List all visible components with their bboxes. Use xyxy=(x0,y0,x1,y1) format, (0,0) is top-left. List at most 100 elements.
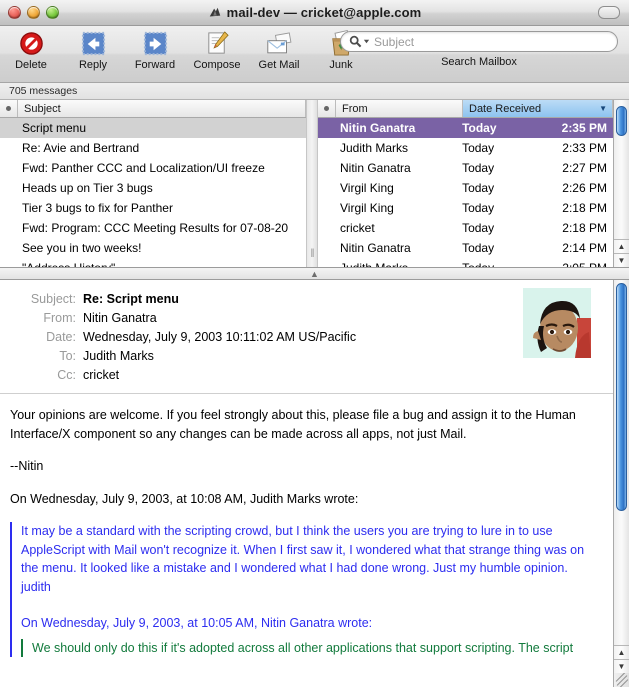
subject-cell: See you in two weeks! xyxy=(22,241,142,255)
from-cell: Judith Marks xyxy=(340,141,409,155)
from-label: From: xyxy=(43,311,76,325)
delete-button[interactable]: Delete xyxy=(0,28,62,71)
forward-icon xyxy=(142,28,169,58)
message-scrollbar-thumb[interactable] xyxy=(616,283,627,511)
message-list-area: Subject Script menu Re: Avie and Bertran… xyxy=(0,100,629,268)
mail-window: mail-dev — cricket@apple.com Delete Repl… xyxy=(0,0,629,687)
pane-splitter[interactable]: ▲ xyxy=(0,268,629,280)
message-list-scrollbar[interactable]: ▲ ▼ xyxy=(613,100,629,267)
date-cell: Today xyxy=(462,181,495,195)
from-rows: Nitin Ganatra Today 2:35 PM Judith Marks… xyxy=(318,118,613,267)
date-cell: Today xyxy=(462,261,541,267)
reply-button[interactable]: Reply xyxy=(62,28,124,71)
subject-column-header: Subject xyxy=(0,100,306,118)
reply-icon xyxy=(80,28,107,58)
from-pane: From Date Received ▼ Nitin Ganatra Today… xyxy=(318,100,613,267)
window-resize-grip[interactable] xyxy=(614,673,629,687)
splitter-collapse-icon[interactable]: ▲ xyxy=(310,269,319,279)
reply-attribution: On Wednesday, July 9, 2003, at 10:08 AM,… xyxy=(10,491,359,506)
get-mail-button[interactable]: Get Mail xyxy=(248,28,310,71)
column-header-subject[interactable]: Subject xyxy=(18,100,306,117)
status-column-header[interactable] xyxy=(0,100,18,117)
table-row[interactable]: cricket Today 2:18 PM xyxy=(318,218,613,238)
table-row[interactable]: Nitin Ganatra Today 2:14 PM xyxy=(318,238,613,258)
window-titlebar[interactable]: mail-dev — cricket@apple.com xyxy=(0,0,629,26)
date-cell: Today xyxy=(462,161,495,175)
scroll-up-icon: ▲ xyxy=(617,242,626,251)
window-title: mail-dev — cricket@apple.com xyxy=(226,5,422,20)
status-dot-icon xyxy=(6,106,11,111)
message-scroll-down-button[interactable]: ▼ xyxy=(614,659,629,673)
from-cell: Nitin Ganatra xyxy=(340,121,416,135)
time-cell: 2:33 PM xyxy=(562,141,607,155)
message-view: Subject: Re: Script menu From: Nitin Gan… xyxy=(0,280,629,687)
delete-label: Delete xyxy=(15,59,47,71)
message-scrollbar[interactable]: ▲ ▼ xyxy=(613,280,629,687)
list-item[interactable]: Tier 3 bugs to fix for Panther xyxy=(0,198,306,218)
message-scrollbar-track[interactable] xyxy=(614,280,629,645)
from-cell: Nitin Ganatra xyxy=(340,241,411,255)
from-cell: cricket xyxy=(340,221,375,235)
splitter-grip-icon: || xyxy=(310,247,315,257)
time-cell: 2:26 PM xyxy=(562,181,607,195)
list-item[interactable]: See you in two weeks! xyxy=(0,238,306,258)
time-cell: 2:35 PM xyxy=(561,121,607,135)
forward-button[interactable]: Forward xyxy=(124,28,186,71)
message-body-text: Your opinions are welcome. If you feel s… xyxy=(0,394,613,657)
list-item[interactable]: "Address History" xyxy=(0,258,306,267)
chevron-down-icon[interactable] xyxy=(363,38,370,45)
subject-cell: "Address History" xyxy=(22,261,115,267)
message-from[interactable]: Nitin Ganatra xyxy=(83,309,157,328)
table-row[interactable]: Virgil King Today 2:26 PM xyxy=(318,178,613,198)
table-row[interactable]: Judith Marks Today 2:33 PM xyxy=(318,138,613,158)
sender-photo xyxy=(523,288,591,358)
list-scrollbar-track[interactable] xyxy=(614,100,629,239)
quoted-text-level-1: It may be a standard with the scripting … xyxy=(10,522,597,657)
quote-line-2: AppleScript with Mail won't recognize it… xyxy=(21,542,585,557)
list-scroll-up-button[interactable]: ▲ xyxy=(614,239,629,253)
from-cell: Judith Marks xyxy=(318,261,462,267)
list-scroll-down-button[interactable]: ▼ xyxy=(614,253,629,267)
time-cell: 2:14 PM xyxy=(562,241,607,255)
list-item[interactable]: Re: Avie and Bertrand xyxy=(0,138,306,158)
search-mailbox-label: Search Mailbox xyxy=(441,56,517,68)
message-content: Subject: Re: Script menu From: Nitin Gan… xyxy=(0,280,613,687)
list-scrollbar-thumb[interactable] xyxy=(616,106,627,136)
quote-attribution-2: On Wednesday, July 9, 2003, at 10:05 AM,… xyxy=(21,616,373,630)
body-signature: --Nitin xyxy=(10,459,44,473)
message-scrollbar-arrows: ▲ ▼ xyxy=(614,645,629,673)
list-item[interactable]: Fwd: Panther CCC and Localization/UI fre… xyxy=(0,158,306,178)
message-scroll-up-button[interactable]: ▲ xyxy=(614,645,629,659)
time-cell: 2:05 PM xyxy=(541,261,613,267)
compose-button[interactable]: Compose xyxy=(186,28,248,71)
column-header-subject-label: Subject xyxy=(24,102,61,115)
list-scrollbar-arrows: ▲ ▼ xyxy=(614,239,629,267)
column-header-date-received[interactable]: Date Received ▼ xyxy=(463,100,613,117)
time-cell: 2:27 PM xyxy=(562,161,607,175)
close-button[interactable] xyxy=(8,6,21,19)
attachment-column-header[interactable] xyxy=(318,100,336,117)
list-item[interactable]: Fwd: Program: CCC Meeting Results for 07… xyxy=(0,218,306,238)
list-item[interactable]: Heads up on Tier 3 bugs xyxy=(0,178,306,198)
subject-rows: Script menu Re: Avie and Bertrand Fwd: P… xyxy=(0,118,306,267)
attachment-dot-icon xyxy=(324,106,329,111)
message-cc[interactable]: cricket xyxy=(83,366,119,385)
list-item[interactable]: Script menu xyxy=(0,118,306,138)
quote-green-line-1: We should only do this if it's adopted a… xyxy=(32,640,574,655)
zoom-button[interactable] xyxy=(46,6,59,19)
minimize-button[interactable] xyxy=(27,6,40,19)
table-row[interactable]: Nitin Ganatra Today 2:27 PM xyxy=(318,158,613,178)
table-row[interactable]: Judith Marks Today 2:05 PM xyxy=(318,258,613,267)
date-cell: Today xyxy=(462,121,497,135)
date-cell: Today xyxy=(462,241,495,255)
search-input[interactable]: Subject xyxy=(340,31,618,52)
toolbar-toggle-button[interactable] xyxy=(598,6,620,19)
message-count-label: 705 messages xyxy=(9,85,78,97)
column-header-from[interactable]: From xyxy=(336,100,463,117)
column-splitter[interactable]: || xyxy=(306,100,318,267)
table-row[interactable]: Virgil King Today 2:18 PM xyxy=(318,198,613,218)
header-cc-row: Cc: cricket xyxy=(0,366,613,385)
table-row[interactable]: Nitin Ganatra Today 2:35 PM xyxy=(318,118,613,138)
cc-label: Cc: xyxy=(57,368,76,382)
message-to[interactable]: Judith Marks xyxy=(83,347,154,366)
